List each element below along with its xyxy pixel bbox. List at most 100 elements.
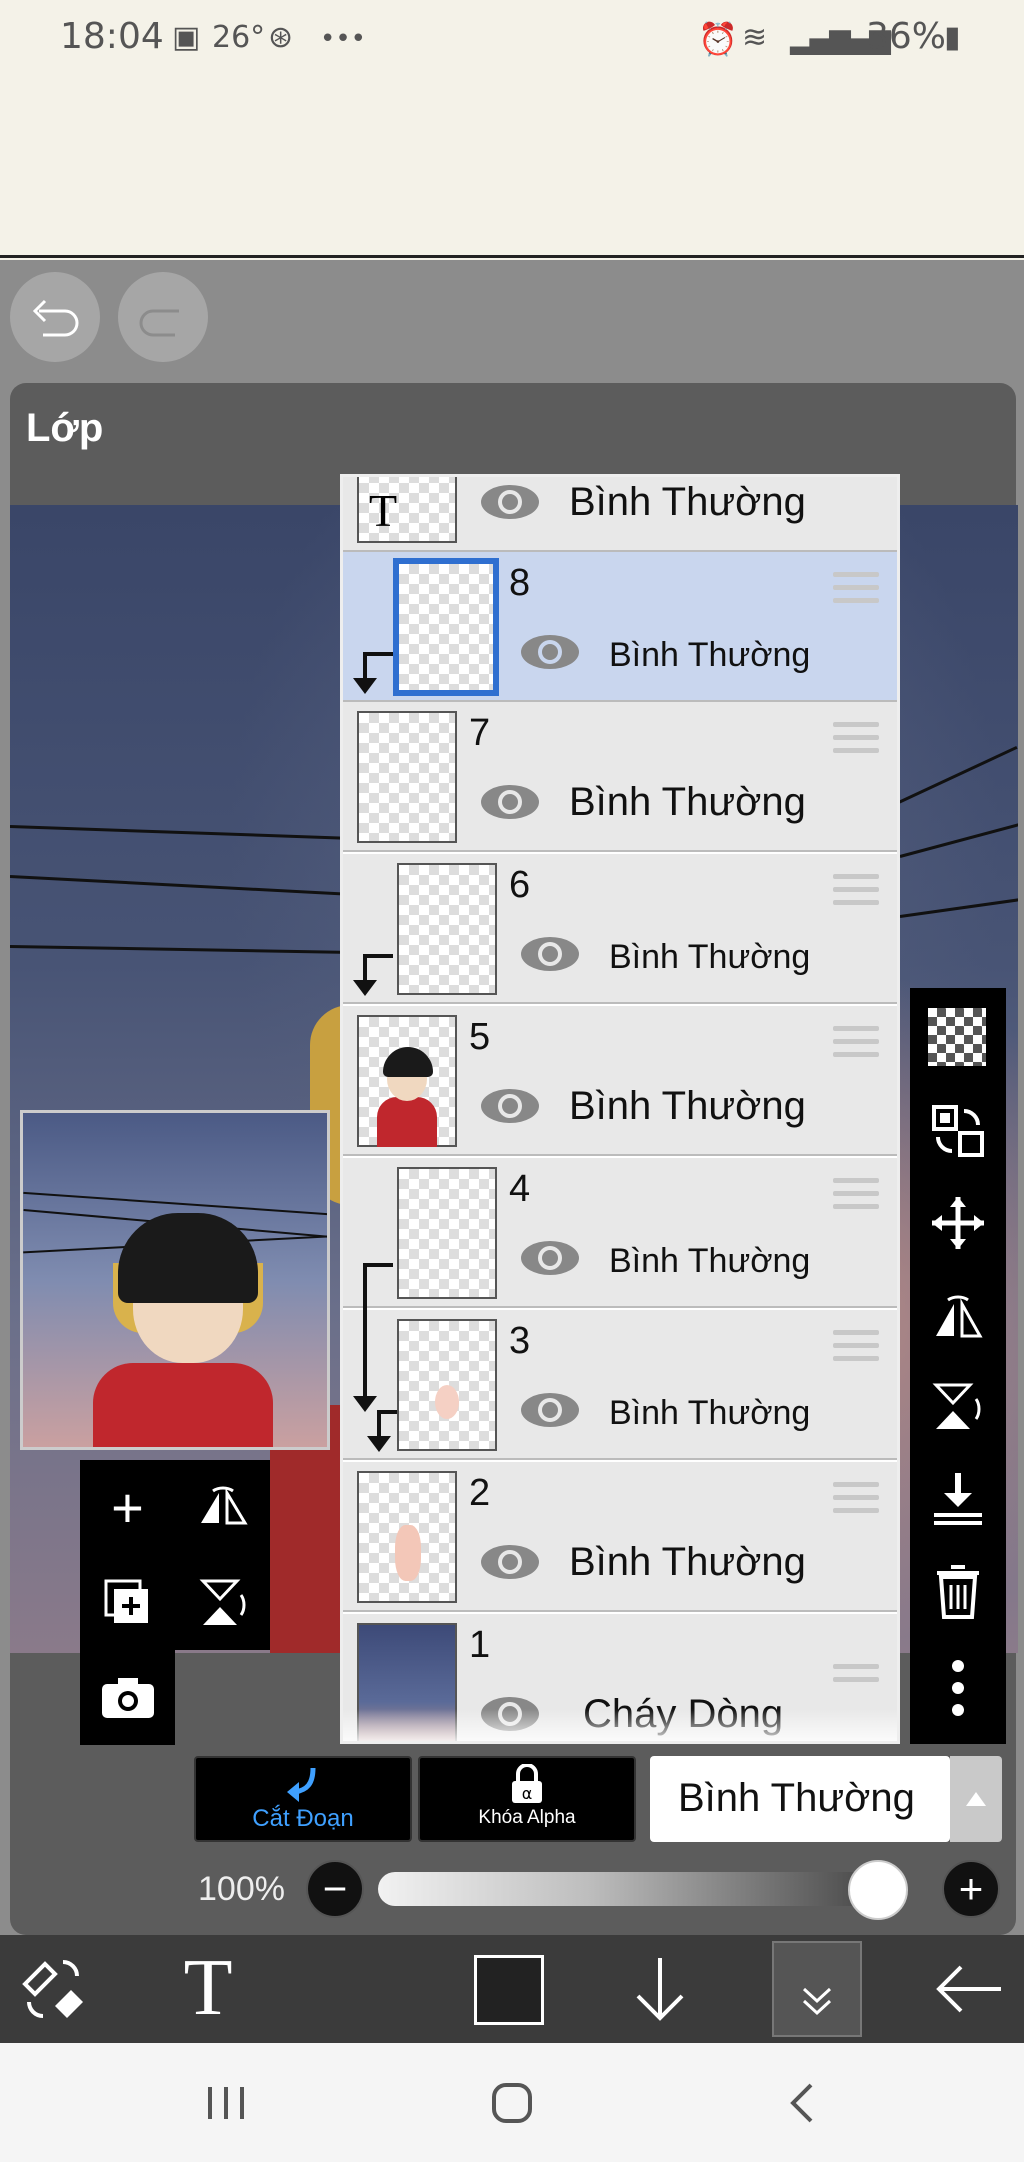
- system-nav-bar: [0, 2043, 1024, 2162]
- layer-thumbnail[interactable]: [397, 863, 497, 995]
- drag-handle-icon[interactable]: [833, 572, 879, 612]
- blend-mode-select[interactable]: Bình Thường: [650, 1756, 950, 1842]
- text-layer-icon: T: [369, 485, 398, 536]
- layer-blend-mode: Bình Thường: [569, 480, 806, 524]
- system-back-button[interactable]: [772, 2073, 832, 2133]
- flip-horizontal-button[interactable]: [175, 1460, 270, 1555]
- layer-row-8[interactable]: 8 Bình Thường: [343, 552, 897, 702]
- drag-handle-icon[interactable]: [833, 874, 879, 914]
- more-options-button[interactable]: [910, 1648, 1006, 1728]
- layer-number: 2: [469, 1472, 491, 1514]
- plus-icon: +: [111, 1476, 144, 1539]
- flip-horizontal-icon: [200, 1486, 248, 1524]
- opacity-increase-button[interactable]: +: [942, 1860, 1000, 1918]
- layer-list[interactable]: T Bình Thường 8 Bình Thường 7 Bình Thườn…: [340, 474, 900, 1744]
- current-color-swatch[interactable]: [474, 1955, 544, 2025]
- delete-layer-button[interactable]: [910, 1556, 1006, 1626]
- layer-thumbnail[interactable]: [357, 1015, 457, 1147]
- layer-row-5[interactable]: 5 Bình Thường: [343, 1006, 897, 1156]
- layer-number: 5: [469, 1016, 491, 1058]
- status-bar: 18:04 ▣ 26° ⊛ ••• ⏰ ≋ ▂▄▆ ▂▄▆ 36% ▮: [0, 0, 1024, 258]
- opacity-slider[interactable]: [378, 1872, 908, 1906]
- flip-vertical-button[interactable]: [175, 1555, 270, 1650]
- layer-thumbnail[interactable]: [357, 1471, 457, 1603]
- layer-number: 6: [509, 864, 531, 906]
- arrow-left-icon: [936, 1965, 1001, 2013]
- text-tool-button[interactable]: T: [168, 1943, 248, 2033]
- duplicate-layer-button[interactable]: [80, 1555, 175, 1650]
- transform-eraser-button[interactable]: [16, 1953, 92, 2025]
- visibility-eye-icon[interactable]: [519, 1238, 581, 1278]
- layer-thumbnail[interactable]: [397, 1167, 497, 1299]
- transparency-checker-button[interactable]: [928, 1008, 986, 1066]
- redo-icon: [139, 309, 179, 337]
- more-vertical-icon: [952, 1660, 964, 1716]
- add-layer-button[interactable]: +: [80, 1460, 175, 1555]
- layer-number: 1: [469, 1624, 491, 1666]
- drag-handle-icon[interactable]: [833, 722, 879, 762]
- layer-row-6[interactable]: 6 Bình Thường: [343, 854, 897, 1004]
- visibility-eye-icon[interactable]: [519, 632, 581, 672]
- layer-add-tools: +: [80, 1460, 270, 1650]
- panel-title: Lớp: [26, 406, 104, 450]
- visibility-eye-icon[interactable]: [519, 934, 581, 974]
- layer-row-4[interactable]: 4 Bình Thường: [343, 1158, 897, 1323]
- clip-arrow-icon: [353, 678, 377, 694]
- canvas-preview-thumbnail[interactable]: [20, 1110, 330, 1450]
- opacity-decrease-button[interactable]: −: [306, 1860, 364, 1918]
- visibility-eye-icon[interactable]: [479, 482, 541, 522]
- recent-apps-button[interactable]: [196, 2073, 256, 2133]
- alpha-lock-button[interactable]: α Khóa Alpha: [418, 1756, 636, 1842]
- visibility-eye-icon[interactable]: [479, 782, 541, 822]
- opacity-label: 100%: [198, 1870, 285, 1908]
- visibility-eye-icon[interactable]: [479, 1086, 541, 1126]
- layer-row-2[interactable]: 2 Bình Thường: [343, 1462, 897, 1612]
- battery-icon: ▮: [944, 20, 961, 55]
- drag-handle-icon[interactable]: [833, 1178, 879, 1218]
- layer-thumbnail[interactable]: [397, 1319, 497, 1451]
- status-time: 18:04: [60, 16, 164, 57]
- flip-layer-horizontal-button[interactable]: [910, 1280, 1006, 1350]
- undo-icon: [32, 299, 79, 337]
- clipping-button[interactable]: Cắt Đoạn: [194, 1756, 412, 1842]
- status-temperature: 26°: [212, 20, 266, 55]
- layer-blend-mode: Bình Thường: [569, 780, 806, 824]
- move-layer-down-button[interactable]: [620, 1949, 700, 2029]
- flip-horizontal-icon: [936, 1295, 983, 1338]
- layer-blend-mode: Bình Thường: [609, 636, 811, 674]
- more-notifications-icon: •••: [320, 24, 367, 54]
- home-button[interactable]: [482, 2073, 542, 2133]
- redo-button[interactable]: [118, 272, 208, 362]
- drag-handle-icon[interactable]: [833, 1482, 879, 1522]
- merge-down-button[interactable]: [910, 1464, 1006, 1534]
- swap-layers-button[interactable]: [910, 1096, 1006, 1166]
- visibility-eye-icon[interactable]: [519, 1390, 581, 1430]
- app-notification-icon: ⊛: [268, 20, 294, 55]
- layer-row-7[interactable]: 7 Bình Thường: [343, 702, 897, 852]
- layer-blend-mode: Bình Thường: [569, 1540, 806, 1584]
- gallery-icon: ▣: [172, 20, 201, 55]
- arrow-down-icon: [636, 1958, 684, 2021]
- import-photo-button[interactable]: [80, 1650, 175, 1745]
- blend-mode-dropdown-arrow[interactable]: [950, 1756, 1002, 1842]
- opacity-slider-thumb[interactable]: [848, 1860, 908, 1920]
- trash-icon: [937, 1565, 979, 1619]
- battery-percent: 36%: [866, 16, 947, 57]
- layer-action-toolbar: [910, 988, 1006, 1744]
- drag-handle-icon[interactable]: [833, 1330, 879, 1370]
- flip-layer-vertical-button[interactable]: [910, 1372, 1006, 1442]
- layer-thumbnail[interactable]: T: [357, 477, 457, 543]
- drag-handle-icon[interactable]: [833, 1026, 879, 1066]
- layer-thumbnail[interactable]: [357, 711, 457, 843]
- layer-row-text[interactable]: T Bình Thường: [343, 477, 897, 552]
- layer-thumbnail[interactable]: [393, 558, 499, 696]
- visibility-eye-icon[interactable]: [479, 1542, 541, 1582]
- recent-apps-icon: [208, 2087, 244, 2119]
- layer-row-3[interactable]: 3 Bình Thường: [343, 1310, 897, 1460]
- undo-button[interactable]: [10, 272, 100, 362]
- alpha-lock-label: Khóa Alpha: [478, 1807, 576, 1828]
- move-layer-button[interactable]: [910, 1188, 1006, 1258]
- back-button[interactable]: [930, 1949, 1010, 2029]
- drag-handle-icon[interactable]: [833, 1664, 879, 1704]
- collapse-panel-button[interactable]: [772, 1941, 862, 2037]
